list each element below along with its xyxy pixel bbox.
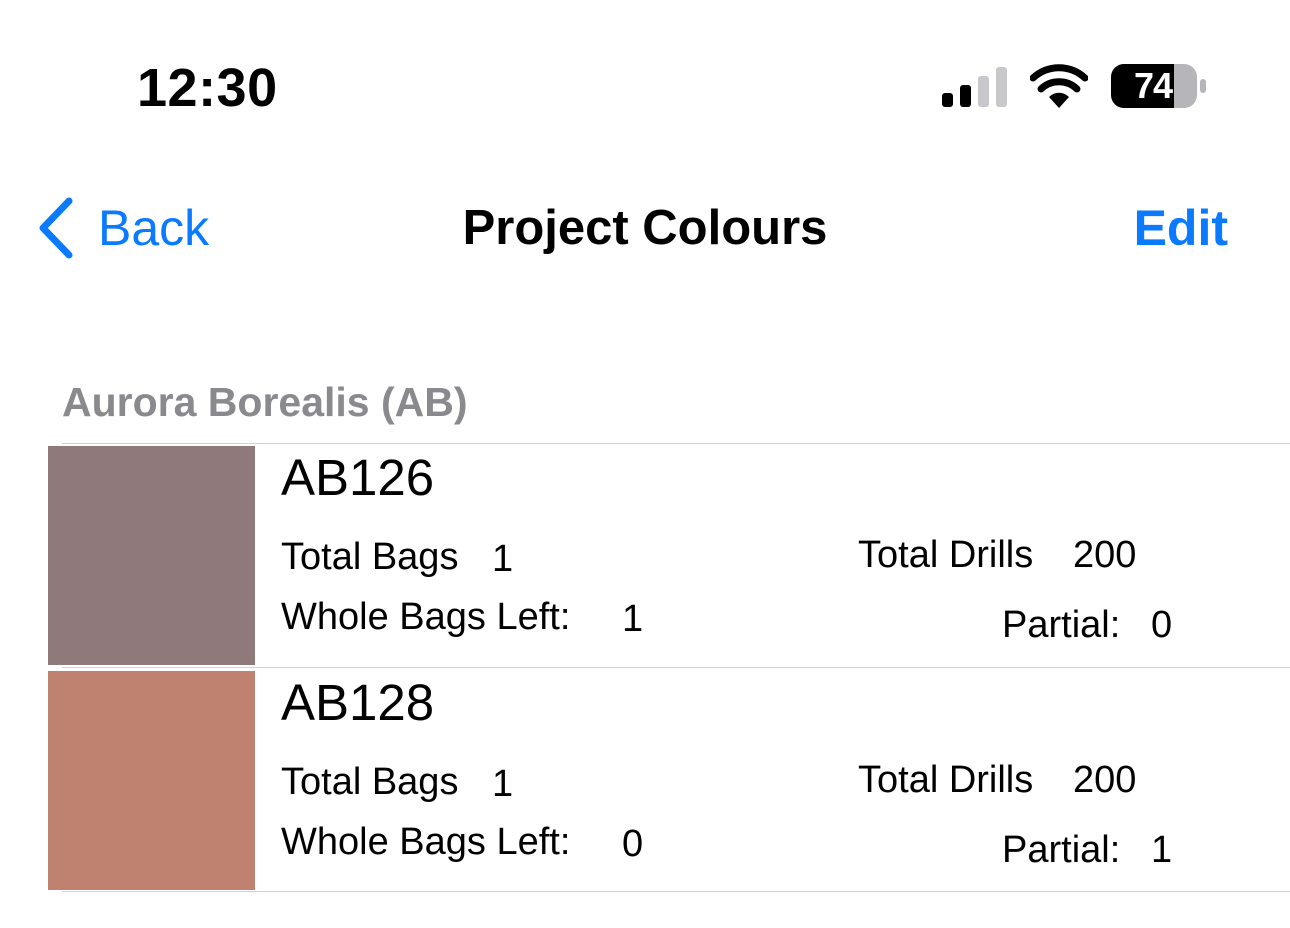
partial-label: Partial:	[1002, 604, 1121, 646]
wifi-icon	[1030, 64, 1088, 108]
colour-code: AB128	[281, 674, 435, 731]
battery-icon: 74	[1110, 62, 1206, 110]
partial-label: Partial:	[1002, 829, 1121, 871]
total-bags-label: Total Bags	[281, 761, 459, 803]
cellular-signal-icon	[942, 67, 1007, 107]
total-drills-value: 200	[1073, 759, 1137, 801]
battery-level: 74	[1133, 65, 1173, 106]
page-title: Project Colours	[462, 201, 828, 255]
whole-bags-left-value: 0	[622, 823, 644, 865]
section-header: Aurora Borealis (AB)	[62, 379, 468, 425]
total-drills-value: 200	[1073, 534, 1137, 576]
colour-swatch	[48, 446, 255, 665]
total-bags-value: 1	[492, 763, 514, 805]
whole-bags-left-label: Whole Bags Left:	[281, 821, 571, 863]
edit-button[interactable]: Edit	[1134, 192, 1228, 264]
colour-code: AB126	[281, 449, 435, 506]
list-item[interactable]: AB126 Total Bags 1 Total Drills 200 Whol…	[0, 446, 1290, 669]
partial-value: 0	[1151, 604, 1173, 646]
total-drills-label: Total Drills	[858, 759, 1034, 801]
colour-swatch	[48, 671, 255, 890]
divider	[62, 443, 1290, 444]
partial-value: 1	[1151, 829, 1173, 871]
divider	[62, 891, 1290, 892]
total-drills-label: Total Drills	[858, 534, 1034, 576]
status-time: 12:30	[137, 58, 278, 118]
total-bags-label: Total Bags	[281, 536, 459, 578]
list-item[interactable]: AB128 Total Bags 1 Total Drills 200 Whol…	[0, 671, 1290, 894]
divider	[62, 667, 1290, 668]
whole-bags-left-value: 1	[622, 598, 644, 640]
whole-bags-left-label: Whole Bags Left:	[281, 596, 571, 638]
total-bags-value: 1	[492, 538, 514, 580]
